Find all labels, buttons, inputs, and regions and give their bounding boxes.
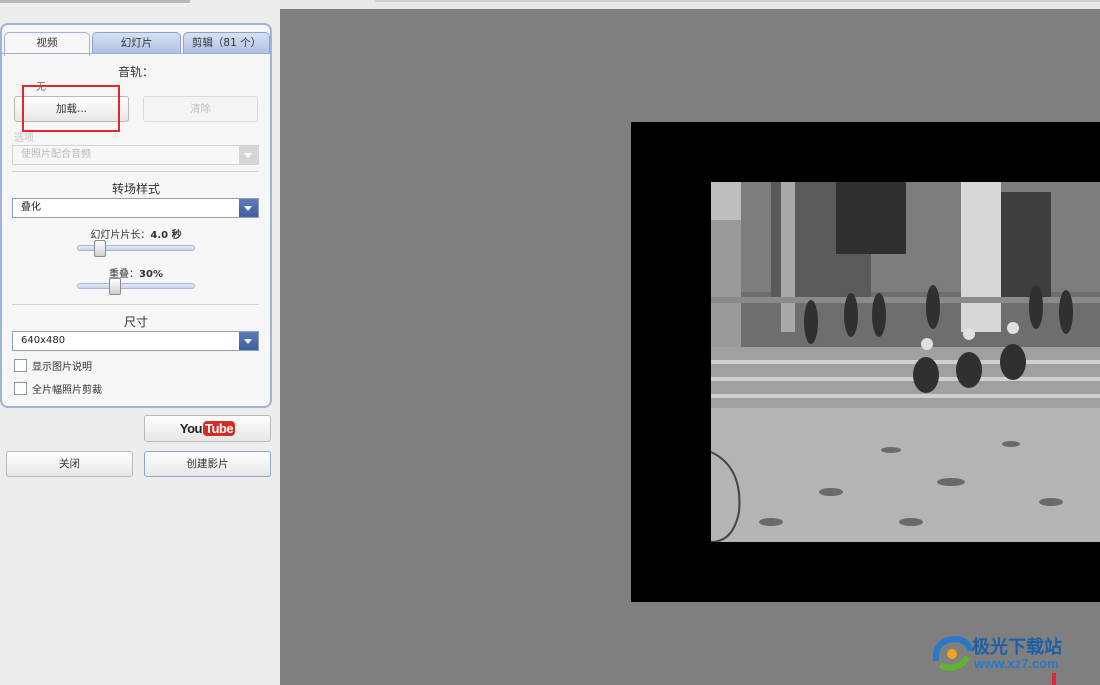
watermark-logo xyxy=(932,635,973,671)
tab-slideshow[interactable]: 幻灯片 xyxy=(92,32,181,54)
chevron-down-icon xyxy=(239,332,258,350)
show-captions-checkbox[interactable] xyxy=(14,359,27,372)
full-frame-crop-label: 全片幅照片剪裁 xyxy=(32,385,102,396)
close-button[interactable]: 关闭 xyxy=(6,451,133,477)
preview-area: 极光下载站 www.xz7.com xyxy=(280,0,1100,685)
chevron-down-icon xyxy=(239,146,258,164)
cursor-mark xyxy=(1052,673,1056,685)
divider xyxy=(12,304,259,305)
overlap-slider[interactable] xyxy=(77,278,195,295)
overlap-value: 30% xyxy=(139,269,163,280)
tab-divider xyxy=(2,53,270,54)
size-title: 尺寸 xyxy=(123,315,148,329)
transition-style-title: 转场样式 xyxy=(111,182,160,196)
chevron-down-icon xyxy=(239,199,258,217)
show-captions-label: 显示图片说明 xyxy=(32,362,92,373)
preview-photo xyxy=(711,182,1100,542)
full-frame-crop-option[interactable]: 全片幅照片剪裁 xyxy=(14,382,102,398)
watermark-url: www.xz7.com xyxy=(974,656,1059,671)
transition-style-select[interactable]: 叠化 xyxy=(12,198,259,218)
preview-top-line xyxy=(375,0,1100,2)
tab-clips[interactable]: 剪辑（81 个） xyxy=(183,32,270,54)
show-captions-option[interactable]: 显示图片说明 xyxy=(14,359,92,375)
youtube-button[interactable]: You Tube xyxy=(144,415,271,442)
divider xyxy=(12,171,259,172)
transition-style-value: 叠化 xyxy=(21,202,41,213)
youtube-logo: You Tube xyxy=(179,421,236,436)
youtube-logo-tube: Tube xyxy=(203,421,236,436)
red-highlight-box xyxy=(22,85,120,132)
overlap-label: 重叠：30% xyxy=(2,265,270,280)
left-panel: 视频 幻灯片 剪辑（81 个） 音轨： 无 加载... 清除 选项 使照片配合音… xyxy=(0,0,280,685)
slide-duration-value: 4.0 秒 xyxy=(150,230,182,241)
size-select[interactable]: 640x480 xyxy=(12,331,259,351)
audio-fit-select-value: 使照片配合音频 xyxy=(21,149,91,160)
watermark: 极光下载站 www.xz7.com xyxy=(930,629,1090,677)
settings-panel: 视频 幻灯片 剪辑（81 个） 音轨： 无 加载... 清除 选项 使照片配合音… xyxy=(0,23,272,408)
video-frame xyxy=(631,122,1100,602)
full-frame-crop-checkbox[interactable] xyxy=(14,382,27,395)
slide-duration-slider[interactable] xyxy=(77,240,195,257)
slide-duration-label: 幻灯片片长：4.0 秒 xyxy=(2,226,270,241)
youtube-logo-you: You xyxy=(179,421,203,436)
audio-fit-select[interactable]: 使照片配合音频 xyxy=(12,145,259,165)
create-movie-button[interactable]: 创建影片 xyxy=(144,451,271,477)
slider-thumb[interactable] xyxy=(109,278,121,295)
clear-audio-button[interactable]: 清除 xyxy=(143,96,258,122)
size-select-value: 640x480 xyxy=(21,335,66,346)
slider-thumb[interactable] xyxy=(94,240,106,257)
photo-image xyxy=(711,182,1100,542)
window-top-strip xyxy=(0,0,190,3)
